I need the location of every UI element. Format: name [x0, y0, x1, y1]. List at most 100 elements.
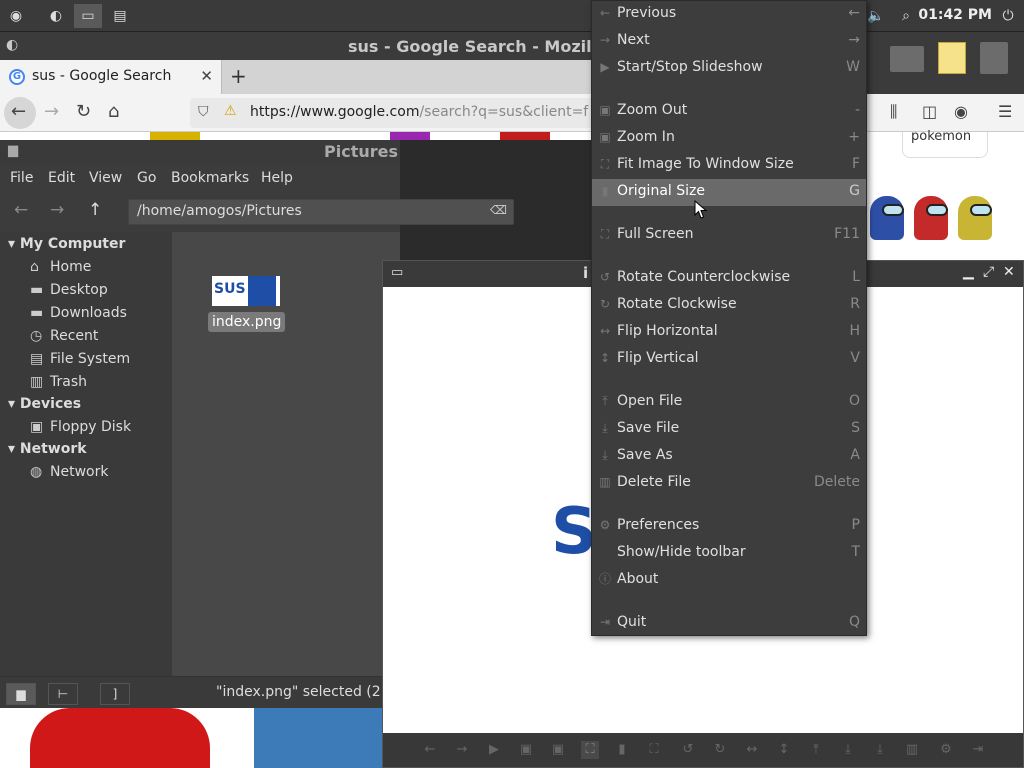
fullscreen-icon[interactable]: ⛶	[645, 741, 663, 759]
next-icon[interactable]: →	[453, 741, 471, 759]
up-button[interactable]: ↑	[88, 200, 102, 220]
menu-item-rotate-cw[interactable]: ↻ Rotate Clockwise R	[592, 292, 866, 319]
sidebar-item-home[interactable]: ⌂ Home	[30, 259, 91, 275]
sidebar-item-floppy-disk[interactable]: ▣ Floppy Disk	[30, 419, 131, 435]
crewmate-image[interactable]	[870, 196, 904, 240]
menu-item-about[interactable]: ⓘ About	[592, 567, 866, 594]
menu-go[interactable]: Go	[137, 170, 156, 186]
close-tab-icon[interactable]: ✕	[200, 67, 213, 85]
original-size-icon[interactable]: ▮	[613, 741, 631, 759]
account-icon[interactable]: ◉	[954, 102, 968, 121]
sidebar-item-trash[interactable]: ▥ Trash	[30, 374, 87, 390]
window-list-icon[interactable]: ▤	[106, 4, 134, 28]
sidebar-item-recent[interactable]: ◷ Recent	[30, 328, 98, 344]
forward-button[interactable]: →	[44, 101, 59, 122]
previous-icon[interactable]: ←	[421, 741, 439, 759]
sidebar-item-file-system[interactable]: ▤ File System	[30, 351, 130, 367]
delete-file-icon[interactable]: ▥	[903, 741, 921, 759]
section-devices[interactable]: ▾ Devices	[8, 396, 81, 412]
menu-edit[interactable]: Edit	[48, 170, 75, 186]
section-network[interactable]: ▾ Network	[8, 441, 87, 457]
menu-item-zoom-out[interactable]: ▣ Zoom Out -	[592, 98, 866, 125]
clear-location-icon[interactable]: ⌫	[490, 203, 507, 217]
lock-warning-icon[interactable]: ⚠	[224, 103, 237, 119]
fit-window-icon[interactable]: ⛶	[581, 741, 599, 759]
slideshow-icon[interactable]: ▶	[485, 741, 503, 759]
file-name-label[interactable]: index.png	[208, 312, 286, 332]
menu-item-full-screen[interactable]: ⛶ Full Screen F11	[592, 222, 866, 249]
url-bar[interactable]: ⛉ ⚠ https://www.google.com/search?q=sus&…	[190, 98, 610, 128]
rotate-ccw-icon[interactable]: ↺	[679, 741, 697, 759]
firefox-launcher-icon[interactable]: ◐	[42, 4, 70, 28]
preferences-icon[interactable]: ⚙	[937, 741, 955, 759]
text-editor-icon[interactable]	[938, 42, 966, 74]
tree-view-button[interactable]: ⊢	[48, 683, 78, 705]
app-menu-icon[interactable]: ◉	[2, 4, 30, 28]
menu-item-flip-vertical[interactable]: ↕ Flip Vertical V	[592, 346, 866, 373]
section-my-computer[interactable]: ▾ My Computer	[8, 236, 125, 252]
minimize-button[interactable]: ▁	[963, 264, 974, 280]
forward-button[interactable]: →	[50, 200, 64, 220]
menu-bookmarks[interactable]: Bookmarks	[171, 170, 249, 186]
crewmate-image[interactable]	[914, 196, 948, 240]
related-search-chip[interactable]: pokemon	[902, 130, 988, 158]
sidebar-item-desktop[interactable]: ▬ Desktop	[30, 282, 108, 298]
maximize-button[interactable]: ⤢	[983, 264, 994, 280]
menu-item-rotate-ccw[interactable]: ↺ Rotate Counterclockwise L	[592, 265, 866, 292]
image-thumbnail[interactable]	[254, 708, 382, 768]
crewmate-image[interactable]	[958, 196, 992, 240]
menu-item-show-hide-toolbar[interactable]: Show/Hide toolbar T	[592, 540, 866, 567]
tab-google-search[interactable]: G sus - Google Search ✕	[0, 60, 222, 94]
image-thumbnail[interactable]	[150, 132, 200, 140]
file-thumbnail[interactable]: SUS	[212, 276, 280, 306]
flip-vertical-icon[interactable]: ↕	[775, 741, 793, 759]
shield-icon[interactable]: ⛉	[198, 104, 209, 120]
save-as-icon[interactable]: ⤓	[871, 741, 889, 759]
menu-item-previous[interactable]: ← Previous ←	[592, 1, 866, 28]
home-button[interactable]: ⌂	[108, 101, 119, 122]
quit-icon[interactable]: ⇥	[969, 741, 987, 759]
menu-item-save-as[interactable]: ⤓ Save As A	[592, 443, 866, 470]
menu-item-next[interactable]: → Next →	[592, 28, 866, 55]
menu-file[interactable]: File	[10, 170, 33, 186]
power-icon[interactable]: ⏻	[994, 4, 1022, 28]
open-file-icon[interactable]: ⤒	[807, 741, 825, 759]
search-icon[interactable]: ⌕	[892, 4, 920, 28]
image-thumbnail[interactable]	[390, 132, 430, 140]
menu-item-fit-window[interactable]: ⛶ Fit Image To Window Size F	[592, 152, 866, 179]
zoom-out-icon[interactable]: ▣	[517, 741, 535, 759]
menu-item-original-size[interactable]: ▮ Original Size G	[592, 179, 866, 206]
hamburger-menu-icon[interactable]: ☰	[998, 102, 1012, 121]
library-icon[interactable]: ⫼	[890, 102, 897, 122]
sidebar-item-downloads[interactable]: ▬ Downloads	[30, 305, 127, 321]
icon-view-button[interactable]: ▆	[6, 683, 36, 705]
reload-button[interactable]: ↻	[76, 101, 91, 122]
image-thumbnail[interactable]	[500, 132, 550, 140]
flip-horizontal-icon[interactable]: ↔	[743, 741, 761, 759]
clock[interactable]: 01:42 PM	[918, 7, 992, 23]
zoom-in-icon[interactable]: ▣	[549, 741, 567, 759]
save-file-icon[interactable]: ⤓	[839, 741, 857, 759]
rotate-cw-icon[interactable]: ↻	[711, 741, 729, 759]
new-tab-button[interactable]: +	[230, 64, 247, 88]
menu-item-slideshow[interactable]: ▶ Start/Stop Slideshow W	[592, 55, 866, 82]
toggle-pane-button[interactable]: ]	[100, 683, 130, 705]
menu-help[interactable]: Help	[261, 170, 293, 186]
menu-item-flip-horizontal[interactable]: ↔ Flip Horizontal H	[592, 319, 866, 346]
folder-icon[interactable]	[890, 46, 924, 72]
menu-item-quit[interactable]: ⇥ Quit Q	[592, 610, 866, 637]
sidebar-item-network[interactable]: ◍ Network	[30, 464, 108, 480]
sidebar-icon[interactable]: ◫	[922, 102, 937, 121]
back-button[interactable]: ←	[14, 200, 28, 220]
workspace-icon[interactable]: ▭	[74, 4, 102, 28]
menu-item-delete-file[interactable]: ▥ Delete File Delete	[592, 470, 866, 497]
location-input[interactable]: /home/amogos/Pictures ⌫	[128, 199, 514, 225]
menu-view[interactable]: View	[89, 170, 122, 186]
close-button[interactable]: ✕	[1003, 264, 1015, 280]
trash-icon[interactable]	[980, 42, 1008, 74]
menu-item-zoom-in[interactable]: ▣ Zoom In +	[592, 125, 866, 152]
menu-item-save-file[interactable]: ⤓ Save File S	[592, 416, 866, 443]
menu-item-open-file[interactable]: ⤒ Open File O	[592, 389, 866, 416]
menu-item-preferences[interactable]: ⚙ Preferences P	[592, 513, 866, 540]
image-thumbnail[interactable]	[30, 708, 210, 768]
